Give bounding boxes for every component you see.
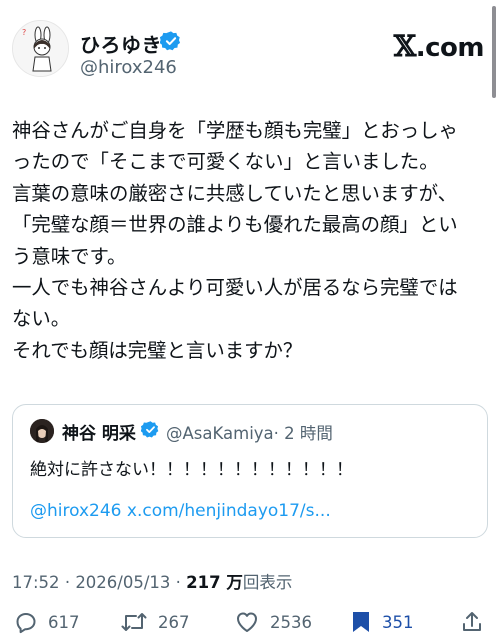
repost-icon [121, 613, 147, 631]
quoted-post-card[interactable]: 神谷 明采 @AsaKamiya· 2 時間 絶対に許さない！！！！！！！！！！… [12, 404, 488, 538]
post-line: それでも顔は完璧と言いますか？ [12, 338, 303, 362]
post-time[interactable]: 17:52 [12, 573, 60, 592]
post-date[interactable]: 2026/05/13 [75, 573, 170, 592]
quoted-author-handle: @AsaKamiya· 2 時間 [166, 420, 333, 444]
post-line: ない。 [12, 307, 71, 331]
reply-button[interactable]: 617 [14, 608, 80, 636]
view-count: 217 万 [186, 573, 243, 592]
verified-badge-icon [160, 31, 181, 51]
author-name[interactable]: ひろゆき [80, 29, 162, 58]
author-handle[interactable]: @hirox246 [80, 57, 177, 78]
scrollbar[interactable] [492, 6, 496, 98]
avatar-illustration: ? [13, 21, 68, 76]
post-line: 一人でも神谷さんより可愛い人が居るなら完璧では [12, 276, 458, 300]
action-bar: 617 267 2536 351 [12, 608, 488, 638]
quoted-post-links: @hirox246 x.com/henjindayo17/s... [30, 501, 331, 521]
reply-count: 617 [48, 612, 80, 632]
post-header: ? ひろゆき @hirox246 𝕏.com [12, 20, 488, 90]
share-icon [463, 612, 481, 631]
post-line: ったので「そこまで可愛くない」と言いました。 [12, 150, 439, 174]
bookmark-button[interactable]: 351 [350, 608, 414, 636]
x-logo: 𝕏.com [393, 29, 485, 63]
x-logo-text: .com [415, 33, 485, 63]
view-label: 回表示 [242, 573, 293, 592]
like-icon [237, 612, 257, 632]
avatar[interactable]: ? [12, 20, 69, 77]
like-count: 2536 [270, 612, 312, 632]
mention-link[interactable]: @hirox246 [30, 501, 122, 521]
post-line: 「完璧な顔＝世界の誰よりも優れた最高の顔」とい [12, 213, 458, 237]
repost-button[interactable]: 267 [120, 608, 190, 636]
url-link[interactable]: x.com/henjindayo17/s... [127, 501, 331, 521]
post-meta: 17:52 · 2026/05/13 · 217 万回表示 [12, 569, 292, 593]
post-line: う意味です。 [12, 244, 127, 268]
reply-icon [16, 613, 36, 634]
post-line: 神谷さんがご自身を「学歴も顔も完璧」とおっしゃ [12, 119, 458, 142]
meta-separator: · [175, 573, 181, 592]
repost-count: 267 [158, 612, 190, 632]
like-button[interactable]: 2536 [234, 608, 312, 636]
verified-badge-icon [141, 421, 159, 438]
quoted-author-name[interactable]: 神谷 明采 [62, 419, 136, 444]
bookmark-count: 351 [382, 612, 414, 632]
share-button[interactable] [460, 608, 484, 636]
quoted-post-time: · 2 時間 [273, 424, 333, 443]
quoted-avatar-photo [30, 419, 54, 443]
post-text: 神谷さんがご自身を「学歴も顔も完璧」とおっしゃ ったので「そこまで可愛くない」と… [12, 115, 488, 366]
quoted-post-text: 絶対に許さない！！！！！！！！！！！！ [30, 460, 353, 480]
svg-text:?: ? [22, 28, 26, 37]
quoted-author-avatar[interactable] [30, 419, 54, 443]
post-line: 言葉の意味の厳密さに共感していたと思いますが、 [12, 181, 458, 205]
bookmark-icon [353, 612, 369, 632]
x-logo-mark: 𝕏 [393, 29, 417, 63]
meta-separator: · [64, 573, 71, 592]
quoted-handle-text[interactable]: @AsaKamiya [166, 424, 274, 443]
